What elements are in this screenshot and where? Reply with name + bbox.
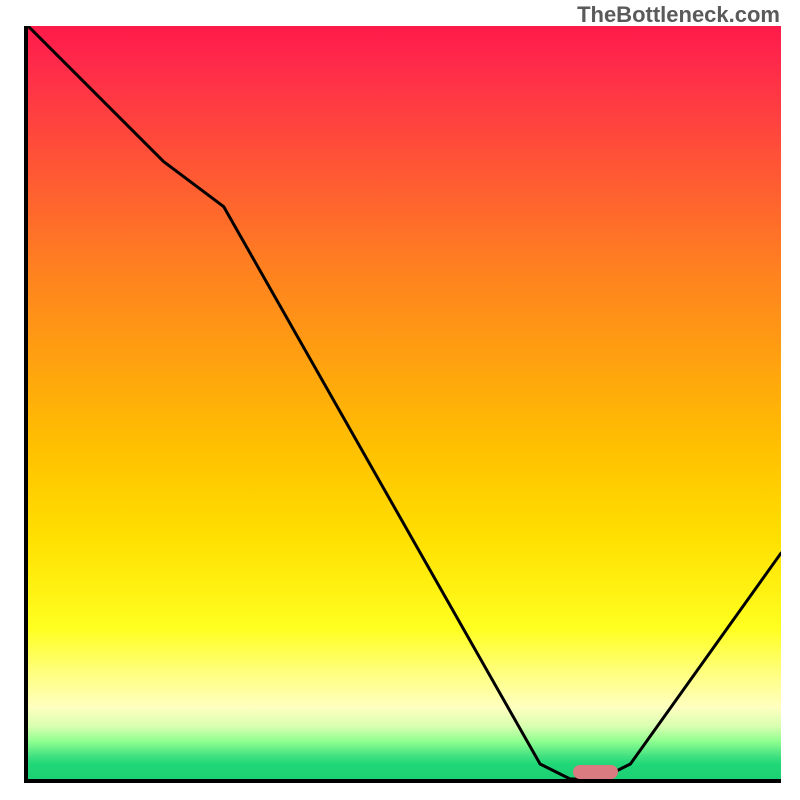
plot-area bbox=[24, 26, 781, 783]
watermark-text: TheBottleneck.com bbox=[577, 2, 780, 28]
curve-line bbox=[28, 26, 781, 779]
optimal-marker bbox=[573, 765, 618, 779]
